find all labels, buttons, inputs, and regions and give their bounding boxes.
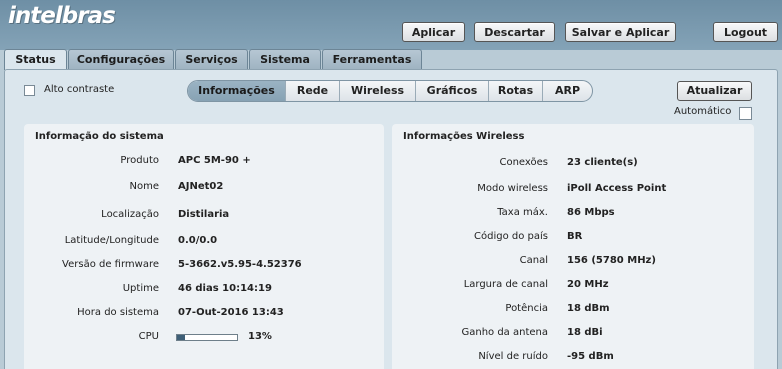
wireless-label-potencia: Potência [505, 303, 548, 314]
main-tabs: Status Configurações Serviços Sistema Fe… [0, 48, 782, 70]
intelbras-logo: intelbras [8, 3, 116, 29]
status-subtabs: Informações Rede Wireless Gráficos Rotas… [187, 80, 593, 102]
info-label-localizacao: Localização [101, 209, 159, 220]
aplicar-button[interactable]: Aplicar [402, 22, 465, 42]
subtab-wireless[interactable]: Wireless [340, 81, 416, 101]
wireless-label-taxa: Taxa máx. [497, 207, 548, 218]
tab-servicos[interactable]: Serviços [175, 49, 248, 69]
wireless-info-title: Informações Wireless [403, 131, 525, 142]
info-label-firmware: Versão de firmware [62, 259, 159, 270]
tab-configuracoes[interactable]: Configurações [68, 49, 174, 69]
wireless-label-largura: Largura de canal [463, 279, 548, 290]
info-value-nome: AJNet02 [178, 181, 224, 192]
salvar-aplicar-button[interactable]: Salvar e Aplicar [565, 22, 676, 42]
info-value-latlong: 0.0/0.0 [178, 235, 218, 246]
info-label-produto: Produto [120, 155, 159, 166]
info-label-hora: Hora do sistema [77, 307, 159, 318]
info-value-localizacao: Distilaria [178, 209, 230, 220]
subtab-arp[interactable]: ARP [543, 81, 592, 101]
info-value-hora: 07-Out-2016 13:43 [178, 307, 284, 318]
cpu-progress-fill [177, 335, 185, 340]
wireless-label-conexoes: Conexões [499, 157, 548, 168]
wireless-value-modo: iPoll Access Point [567, 183, 667, 194]
system-info-title: Informação do sistema [35, 131, 164, 142]
wireless-label-canal: Canal [519, 255, 548, 266]
subtab-informacoes[interactable]: Informações [188, 81, 286, 101]
wireless-label-ruido: Nível de ruído [478, 351, 548, 362]
info-value-uptime: 46 dias 10:14:19 [178, 283, 272, 294]
wireless-label-pais: Código do país [474, 231, 548, 242]
cpu-value: 13% [248, 331, 272, 342]
wireless-value-taxa: 86 Mbps [567, 207, 615, 218]
wireless-label-ganho: Ganho da antena [461, 327, 548, 338]
wireless-value-ruido: -95 dBm [567, 351, 614, 362]
wireless-value-potencia: 18 dBm [567, 303, 610, 314]
logout-button[interactable]: Logout [713, 22, 778, 42]
cpu-label: CPU [138, 331, 159, 342]
info-label-latlong: Latitude/Longitude [64, 235, 159, 246]
alto-contraste-checkbox[interactable] [24, 85, 35, 96]
tab-sistema[interactable]: Sistema [249, 49, 321, 69]
info-label-uptime: Uptime [122, 283, 159, 294]
wireless-value-pais: BR [567, 231, 583, 242]
info-value-firmware: 5-3662.v5.95-4.52376 [178, 259, 302, 270]
tab-ferramentas[interactable]: Ferramentas [322, 49, 422, 69]
descartar-button[interactable]: Descartar [474, 22, 555, 42]
subtab-graficos[interactable]: Gráficos [416, 81, 489, 101]
tab-status[interactable]: Status [4, 49, 67, 70]
header-bar: intelbras Aplicar Descartar Salvar e Apl… [0, 0, 782, 50]
wireless-label-modo: Modo wireless [477, 183, 548, 194]
info-label-nome: Nome [129, 181, 160, 192]
automatico-label: Automático [674, 106, 732, 117]
wireless-value-largura: 20 MHz [567, 279, 609, 290]
cpu-progress-bar [176, 334, 238, 341]
wireless-value-conexoes: 23 cliente(s) [567, 157, 638, 168]
subtab-rede[interactable]: Rede [286, 81, 340, 101]
info-value-produto: APC 5M-90 + [178, 155, 251, 166]
subtab-rotas[interactable]: Rotas [489, 81, 543, 101]
automatico-checkbox[interactable] [739, 107, 752, 120]
wireless-value-ganho: 18 dBi [567, 327, 603, 338]
wireless-value-canal: 156 (5780 MHz) [567, 255, 656, 266]
alto-contraste-label: Alto contraste [44, 84, 115, 95]
atualizar-button[interactable]: Atualizar [677, 81, 752, 101]
